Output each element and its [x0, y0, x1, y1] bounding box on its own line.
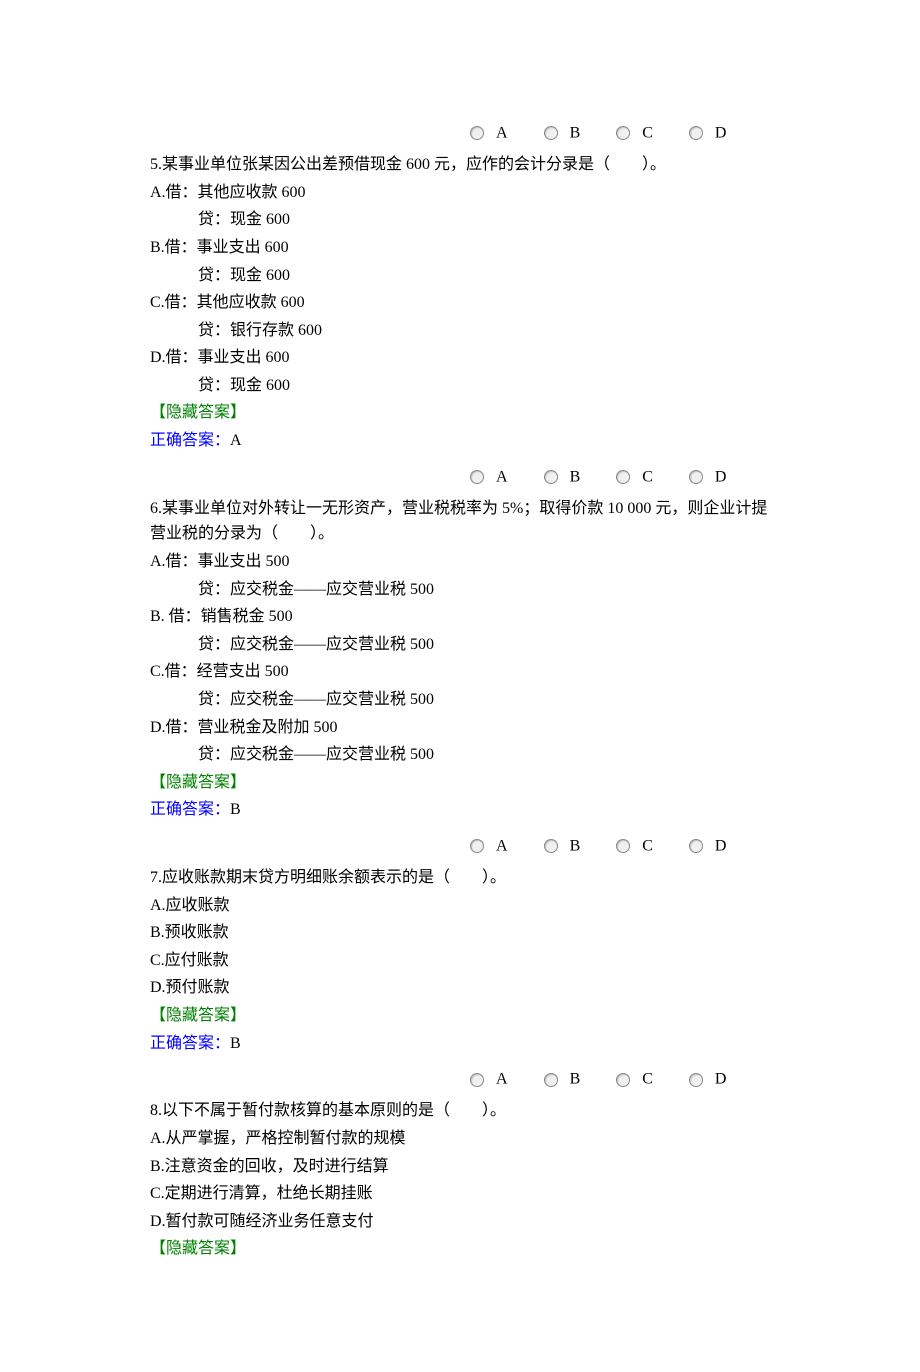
radio-label-c: C	[642, 837, 653, 854]
radio-option-a[interactable]: A	[470, 120, 508, 146]
radio-label-c: C	[642, 468, 653, 485]
q6-answer-value: B	[230, 801, 241, 818]
radio-circle-icon	[689, 839, 703, 853]
hide-answer-link[interactable]: 【隐藏答案】	[150, 1003, 770, 1029]
q8-option-c: C.定期进行清算，杜绝长期挂账	[150, 1181, 770, 1207]
q6-option-c-line1: C.借：经营支出 500	[150, 659, 770, 685]
radio-circle-icon	[470, 470, 484, 484]
radio-label-b: B	[570, 837, 581, 854]
radio-option-c[interactable]: C	[616, 464, 653, 490]
radio-label-c: C	[642, 1071, 653, 1088]
radio-row-q4: A B C D	[150, 120, 770, 146]
radio-label-d: D	[715, 837, 727, 854]
radio-label-a: A	[496, 125, 508, 142]
q5-option-a-line2: 贷：现金 600	[150, 207, 770, 233]
radio-label-a: A	[496, 1071, 508, 1088]
q7-answer-value: B	[230, 1035, 241, 1052]
radio-circle-icon	[689, 470, 703, 484]
radio-label-c: C	[642, 125, 653, 142]
radio-row-q6: A B C D	[150, 833, 770, 859]
radio-option-d[interactable]: D	[689, 464, 727, 490]
radio-row-q7: A B C D	[150, 1066, 770, 1092]
correct-answer-label: 正确答案：	[150, 432, 230, 449]
q5-option-b-line2: 贷：现金 600	[150, 263, 770, 289]
radio-option-b[interactable]: B	[544, 1066, 581, 1092]
q5-option-d-line2: 贷：现金 600	[150, 373, 770, 399]
radio-label-d: D	[715, 468, 727, 485]
q5-option-b-line1: B.借：事业支出 600	[150, 235, 770, 261]
radio-circle-icon	[689, 1073, 703, 1087]
radio-label-b: B	[570, 125, 581, 142]
radio-option-b[interactable]: B	[544, 833, 581, 859]
radio-option-d[interactable]: D	[689, 120, 727, 146]
hide-answer-link[interactable]: 【隐藏答案】	[150, 400, 770, 426]
q7-stem: 7.应收账款期末贷方明细账余额表示的是（ ）。	[150, 865, 770, 891]
radio-option-c[interactable]: C	[616, 120, 653, 146]
radio-label-a: A	[496, 837, 508, 854]
question-7: 7.应收账款期末贷方明细账余额表示的是（ ）。 A.应收账款 B.预收账款 C.…	[150, 865, 770, 1056]
q6-option-b-line1: B. 借：销售税金 500	[150, 604, 770, 630]
q8-stem: 8.以下不属于暂付款核算的基本原则的是（ ）。	[150, 1098, 770, 1124]
q5-stem: 5.某事业单位张某因公出差预借现金 600 元，应作的会计分录是（ ）。	[150, 152, 770, 178]
radio-label-d: D	[715, 1071, 727, 1088]
q7-option-d: D.预付账款	[150, 975, 770, 1001]
q8-option-b: B.注意资金的回收，及时进行结算	[150, 1154, 770, 1180]
radio-option-d[interactable]: D	[689, 833, 727, 859]
q7-option-a: A.应收账款	[150, 893, 770, 919]
radio-circle-icon	[616, 126, 630, 140]
correct-answer-label: 正确答案：	[150, 801, 230, 818]
hide-answer-link[interactable]: 【隐藏答案】	[150, 1236, 770, 1262]
question-8: 8.以下不属于暂付款核算的基本原则的是（ ）。 A.从严掌握，严格控制暂付款的规…	[150, 1098, 770, 1262]
q8-option-a: A.从严掌握，严格控制暂付款的规模	[150, 1126, 770, 1152]
radio-circle-icon	[544, 126, 558, 140]
q6-option-c-line2: 贷：应交税金——应交营业税 500	[150, 687, 770, 713]
radio-circle-icon	[544, 839, 558, 853]
q5-option-a-line1: A.借：其他应收款 600	[150, 180, 770, 206]
q7-option-b: B.预收账款	[150, 920, 770, 946]
radio-label-a: A	[496, 468, 508, 485]
q5-correct-answer: 正确答案：A	[150, 428, 770, 454]
radio-circle-icon	[544, 1073, 558, 1087]
q6-option-a-line2: 贷：应交税金——应交营业税 500	[150, 577, 770, 603]
radio-option-a[interactable]: A	[470, 464, 508, 490]
radio-label-b: B	[570, 468, 581, 485]
q5-option-c-line1: C.借：其他应收款 600	[150, 290, 770, 316]
q6-correct-answer: 正确答案：B	[150, 797, 770, 823]
q5-answer-value: A	[230, 432, 242, 449]
q6-option-d-line2: 贷：应交税金——应交营业税 500	[150, 742, 770, 768]
q7-option-c: C.应付账款	[150, 948, 770, 974]
radio-row-q5: A B C D	[150, 464, 770, 490]
radio-circle-icon	[544, 470, 558, 484]
radio-circle-icon	[616, 1073, 630, 1087]
radio-option-b[interactable]: B	[544, 120, 581, 146]
question-5: 5.某事业单位张某因公出差预借现金 600 元，应作的会计分录是（ ）。 A.借…	[150, 152, 770, 454]
q6-option-b-line2: 贷：应交税金——应交营业税 500	[150, 632, 770, 658]
q6-stem: 6.某事业单位对外转让一无形资产，营业税税率为 5%；取得价款 10 000 元…	[150, 496, 770, 547]
radio-circle-icon	[470, 839, 484, 853]
radio-option-a[interactable]: A	[470, 1066, 508, 1092]
radio-label-b: B	[570, 1071, 581, 1088]
q6-option-d-line1: D.借：营业税金及附加 500	[150, 715, 770, 741]
radio-circle-icon	[616, 839, 630, 853]
q8-option-d: D.暂付款可随经济业务任意支付	[150, 1209, 770, 1235]
radio-circle-icon	[470, 126, 484, 140]
question-6: 6.某事业单位对外转让一无形资产，营业税税率为 5%；取得价款 10 000 元…	[150, 496, 770, 823]
radio-circle-icon	[616, 470, 630, 484]
correct-answer-label: 正确答案：	[150, 1035, 230, 1052]
radio-option-c[interactable]: C	[616, 1066, 653, 1092]
radio-circle-icon	[470, 1073, 484, 1087]
radio-circle-icon	[689, 126, 703, 140]
radio-option-b[interactable]: B	[544, 464, 581, 490]
radio-option-c[interactable]: C	[616, 833, 653, 859]
radio-option-a[interactable]: A	[470, 833, 508, 859]
hide-answer-link[interactable]: 【隐藏答案】	[150, 770, 770, 796]
q5-option-d-line1: D.借：事业支出 600	[150, 345, 770, 371]
q6-option-a-line1: A.借：事业支出 500	[150, 549, 770, 575]
radio-option-d[interactable]: D	[689, 1066, 727, 1092]
q7-correct-answer: 正确答案：B	[150, 1031, 770, 1057]
q5-option-c-line2: 贷：银行存款 600	[150, 318, 770, 344]
radio-label-d: D	[715, 125, 727, 142]
